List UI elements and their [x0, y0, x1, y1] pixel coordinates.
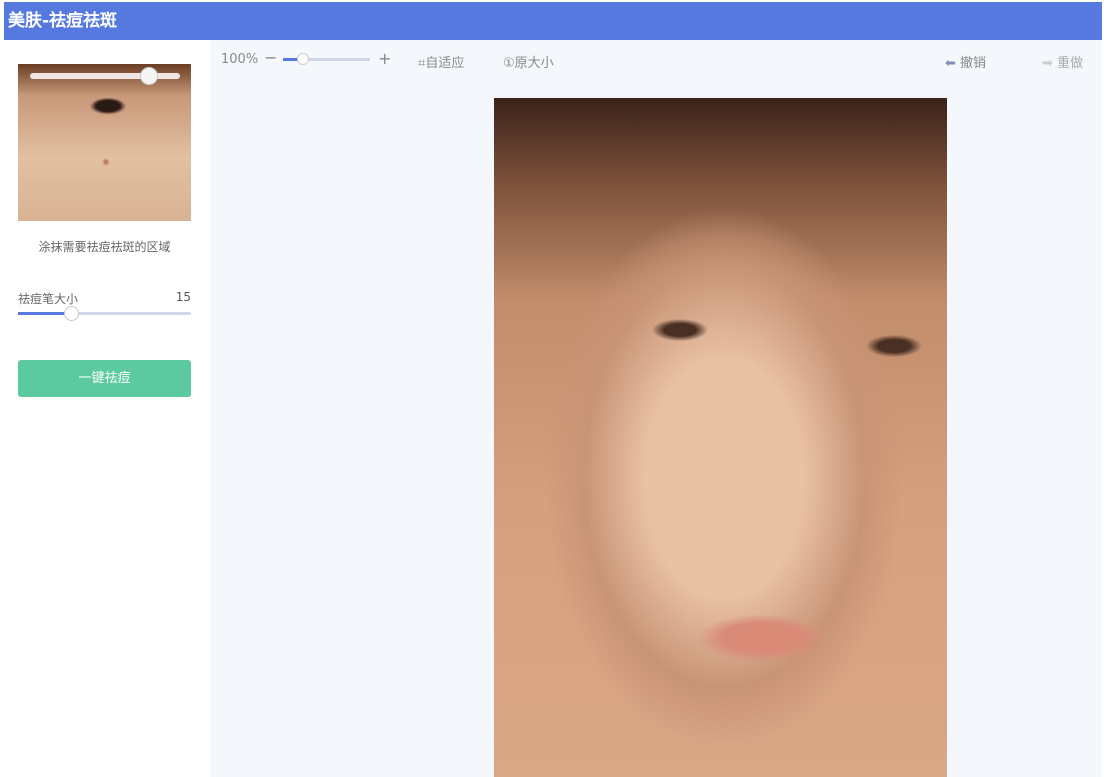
zoom-out-button[interactable]: − [264, 48, 277, 67]
redo-label: 重做 [1057, 56, 1084, 71]
zoom-level: 100% [221, 52, 259, 67]
brush-size-slider[interactable] [18, 306, 191, 321]
preview-slider-handle[interactable] [140, 67, 158, 85]
undo-label: 撤销 [960, 56, 987, 71]
original-size-label: 原大小 [514, 56, 554, 71]
undo-button[interactable]: ⬅ 撤销 [945, 52, 986, 71]
brush-size-label: 祛痘笔大小 [18, 292, 79, 306]
preview-slider[interactable] [30, 67, 180, 85]
arrow-right-icon: ➡ [1042, 56, 1053, 71]
one-click-acne-removal-button[interactable]: 一键祛痘 [18, 360, 191, 397]
brush-size-handle[interactable] [64, 306, 79, 321]
fit-button[interactable]: ⌗自适应 [418, 52, 464, 71]
redo-button[interactable]: ➡ 重做 [1042, 52, 1083, 71]
zoom-in-button[interactable]: + [378, 49, 391, 68]
original-size-button[interactable]: ①原大小 [503, 52, 554, 71]
hint-text: 涂抹需要祛痘祛斑的区域 [38, 240, 171, 254]
fit-label: 自适应 [425, 56, 465, 71]
zoom-slider[interactable] [283, 53, 370, 65]
zoom-handle[interactable] [297, 53, 309, 65]
canvas-area: 100% − + ⌗自适应 ①原大小 ⬅ 撤销 ➡ 重做 [210, 40, 1102, 777]
app-header: 美肤-祛痘祛斑 [4, 2, 1102, 40]
arrow-left-icon: ⬅ [945, 56, 956, 71]
brush-preview-image [18, 64, 191, 221]
brush-size-value: 15 [175, 290, 191, 304]
sidebar: 涂抹需要祛痘祛斑的区域 祛痘笔大小 15 一键祛痘 [4, 40, 210, 777]
edited-photo[interactable] [494, 98, 947, 777]
app-title: 美肤-祛痘祛斑 [8, 11, 118, 31]
magnifier-icon: ① [503, 56, 515, 71]
